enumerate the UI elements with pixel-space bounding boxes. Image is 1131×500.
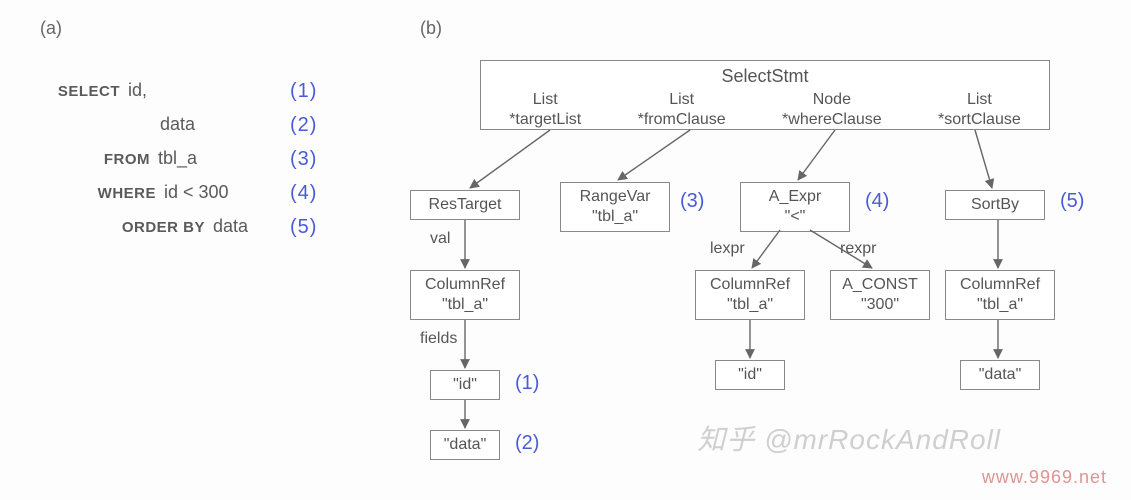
sql-listing: SELECT id, data FROM tbl_a WHERE id < 30… [50, 80, 350, 250]
sql-text: data [213, 216, 248, 237]
panel-a-label: (a) [40, 18, 62, 39]
sql-text: id, [128, 80, 147, 101]
watermark-site: www.9969.net [982, 467, 1107, 488]
line-number: (1) [290, 80, 317, 103]
line-number: (3) [290, 148, 317, 171]
sql-text: tbl_a [158, 148, 197, 169]
panel-b-label: (b) [420, 18, 442, 39]
sql-keyword: ORDER BY [50, 219, 205, 236]
line-number: (2) [290, 114, 317, 137]
sql-keyword: SELECT [50, 83, 120, 100]
line-number: (5) [290, 216, 317, 239]
line-number: (4) [290, 182, 317, 205]
sql-keyword: WHERE [50, 185, 156, 202]
sql-keyword: FROM [50, 151, 150, 168]
sql-text: id < 300 [164, 182, 229, 203]
watermark-zhihu: 知乎 @mrRockAndRoll [697, 418, 1001, 458]
sql-text: data [160, 114, 195, 135]
